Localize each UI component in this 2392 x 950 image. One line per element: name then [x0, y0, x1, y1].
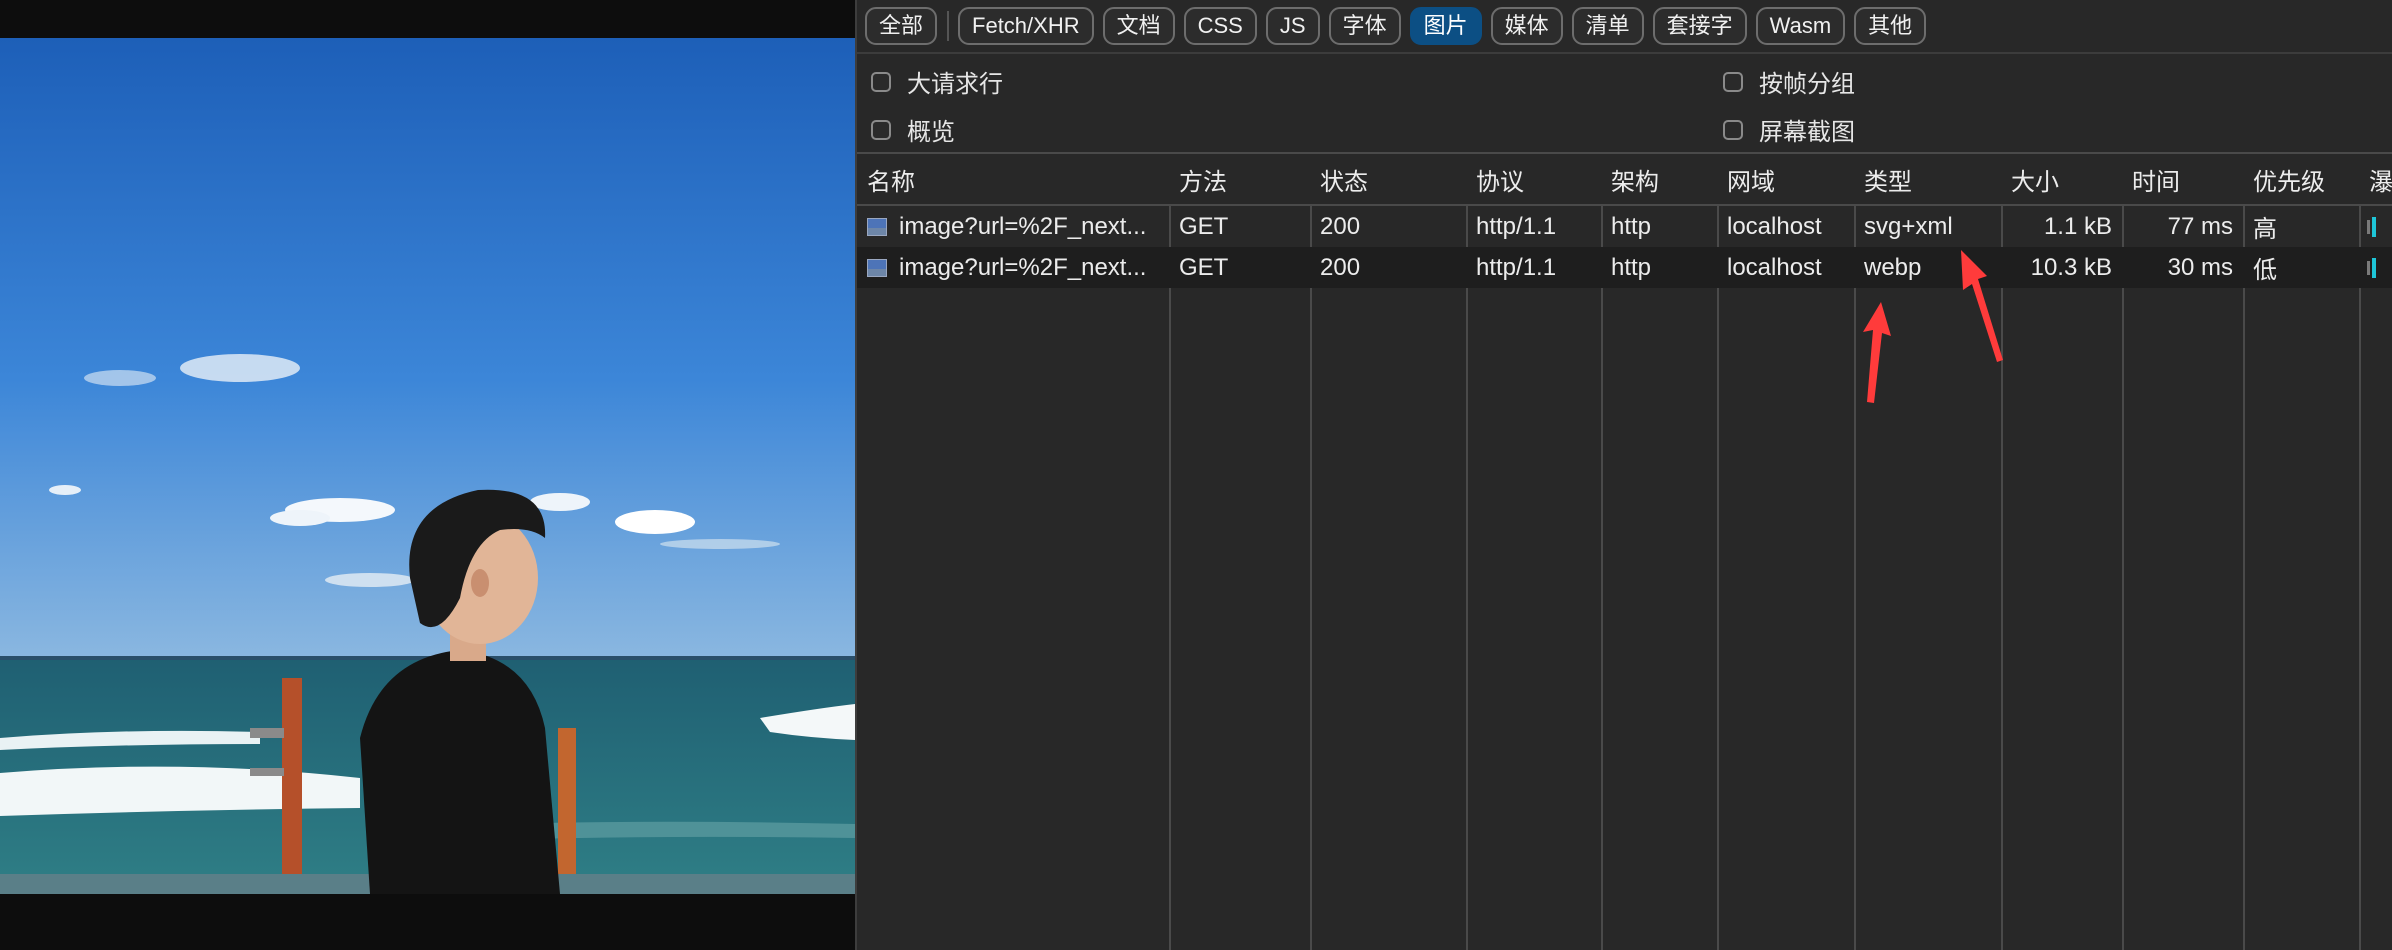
column-header-scheme[interactable]: 架构 — [1601, 154, 1717, 204]
filter-media[interactable]: 媒体 — [1490, 7, 1563, 45]
filter-separator — [947, 11, 950, 41]
filter-manifest[interactable]: 清单 — [1571, 7, 1644, 45]
resource-type-filter-bar: 全部 Fetch/XHR 文档 CSS JS 字体 图片 媒体 清单 套接字 W… — [857, 0, 2392, 54]
priority-cell: 高 — [2253, 216, 2277, 243]
filter-all[interactable]: 全部 — [865, 7, 938, 45]
network-panel: 全部 Fetch/XHR 文档 CSS JS 字体 图片 媒体 清单 套接字 W… — [855, 0, 2392, 950]
waterfall-bar — [2359, 247, 2378, 288]
filter-js[interactable]: JS — [1265, 7, 1320, 45]
big-request-rows-label: 大请求行 — [907, 71, 1003, 98]
request-name: image?url=%2F_next... — [899, 212, 1147, 240]
column-header-size[interactable]: 大小 — [2001, 154, 2122, 204]
app-root: 全部 Fetch/XHR 文档 CSS JS 字体 图片 媒体 清单 套接字 W… — [0, 0, 2392, 950]
overview-checkbox[interactable] — [871, 119, 891, 140]
filter-img[interactable]: 图片 — [1409, 7, 1482, 45]
type-cell: svg+xml — [1864, 212, 1953, 240]
request-name-cell[interactable]: image?url=%2F_next... — [857, 247, 1169, 288]
filter-css[interactable]: CSS — [1183, 7, 1257, 45]
column-header-time[interactable]: 时间 — [2122, 154, 2243, 204]
filter-doc[interactable]: 文档 — [1102, 7, 1175, 45]
filter-fetch-xhr[interactable]: Fetch/XHR — [958, 7, 1094, 45]
group-by-frame-option[interactable]: 按帧分组 — [1723, 64, 1855, 99]
column-header-domain[interactable]: 网域 — [1717, 154, 1854, 204]
column-header-status[interactable]: 状态 — [1310, 154, 1466, 204]
group-by-frame-checkbox[interactable] — [1723, 71, 1743, 92]
priority-cell: 低 — [2253, 257, 2277, 284]
screenshots-label: 屏幕截图 — [1759, 119, 1855, 146]
protocol-cell: http/1.1 — [1476, 253, 1557, 281]
size-cell: 1.1 kB — [2043, 212, 2112, 240]
group-by-frame-label: 按帧分组 — [1759, 71, 1855, 98]
big-request-rows-option[interactable]: 大请求行 — [871, 64, 1003, 99]
image-file-icon — [867, 217, 887, 236]
waterfall-cell — [2359, 247, 2392, 288]
protocol-cell: http/1.1 — [1476, 212, 1557, 240]
method-cell: GET — [1179, 212, 1229, 240]
table-row[interactable]: image?url=%2F_next... GET 200 http/1.1 h… — [857, 247, 2392, 288]
column-header-method[interactable]: 方法 — [1169, 154, 1310, 204]
domain-cell: localhost — [1727, 253, 1822, 281]
waterfall-bar — [2359, 206, 2378, 247]
domain-cell: localhost — [1727, 212, 1822, 240]
request-name-cell[interactable]: image?url=%2F_next... — [857, 206, 1169, 247]
table-header: 名称 方法 状态 协议 架构 网域 类型 大小 时间 优先级 瀑 — [857, 154, 2392, 206]
filter-other[interactable]: 其他 — [1854, 7, 1927, 45]
column-header-waterfall[interactable]: 瀑 — [2359, 154, 2392, 204]
filter-socket[interactable]: 套接字 — [1652, 7, 1747, 45]
type-cell: webp — [1864, 253, 1922, 281]
preview-photo — [0, 38, 855, 894]
method-cell: GET — [1179, 253, 1229, 281]
time-cell: 77 ms — [2167, 212, 2233, 240]
scheme-cell: http — [1611, 212, 1652, 240]
time-cell: 30 ms — [2167, 253, 2233, 281]
size-cell: 10.3 kB — [2030, 253, 2112, 281]
screenshots-checkbox[interactable] — [1723, 119, 1743, 140]
image-file-icon — [867, 258, 887, 277]
request-name: image?url=%2F_next... — [899, 253, 1147, 281]
column-header-priority[interactable]: 优先级 — [2243, 154, 2359, 204]
network-settings: 大请求行 概览 按帧分组 屏幕截图 — [857, 56, 2392, 154]
waterfall-cell — [2359, 206, 2392, 247]
scheme-cell: http — [1611, 253, 1652, 281]
status-cell: 200 — [1320, 253, 1361, 281]
screenshots-option[interactable]: 屏幕截图 — [1723, 112, 1855, 147]
requests-table: 名称 方法 状态 协议 架构 网域 类型 大小 时间 优先级 瀑 image?u… — [857, 154, 2392, 950]
overview-option[interactable]: 概览 — [871, 112, 955, 147]
big-request-rows-checkbox[interactable] — [871, 71, 891, 92]
table-row[interactable]: image?url=%2F_next... GET 200 http/1.1 h… — [857, 206, 2392, 247]
status-cell: 200 — [1320, 212, 1361, 240]
column-header-protocol[interactable]: 协议 — [1466, 154, 1601, 204]
filter-wasm[interactable]: Wasm — [1755, 7, 1846, 45]
overview-label: 概览 — [907, 119, 955, 146]
filter-font[interactable]: 字体 — [1328, 7, 1401, 45]
column-header-type[interactable]: 类型 — [1854, 154, 2001, 204]
column-header-name[interactable]: 名称 — [857, 154, 1169, 204]
image-preview-pane — [0, 0, 855, 950]
